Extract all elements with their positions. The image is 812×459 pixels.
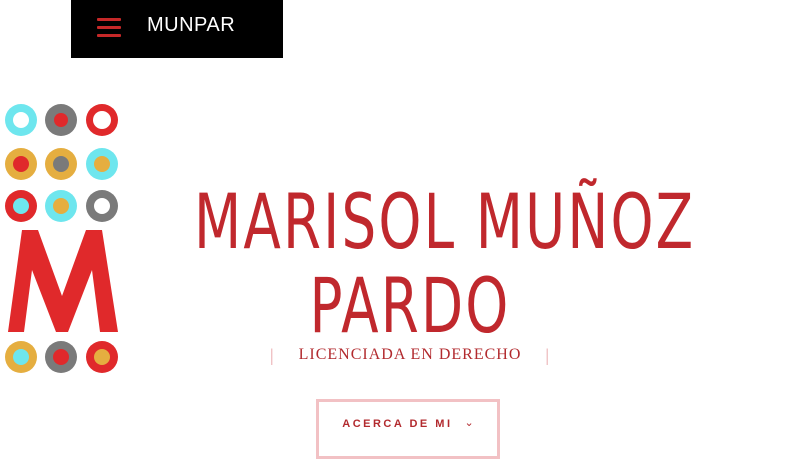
hamburger-menu-icon[interactable]	[97, 17, 121, 37]
page-title: MARISOL MUÑOZ PARDO	[193, 177, 696, 350]
munpar-logo	[5, 104, 118, 373]
about-me-label: ACERCA DE MI	[342, 418, 453, 430]
site-brand[interactable]: MUNPAR	[147, 14, 235, 37]
chevron-down-icon: ⌄	[464, 417, 474, 429]
subtitle: | LICENCIADA EN DERECHO |	[270, 344, 550, 366]
title-line-1: MARISOL MUÑOZ	[193, 177, 696, 266]
subtitle-text: LICENCIADA EN DERECHO	[298, 346, 522, 363]
divider: |	[270, 344, 275, 365]
title-line-2: PARDO	[309, 261, 511, 350]
divider: |	[545, 344, 550, 365]
top-bar: MUNPAR	[71, 0, 283, 58]
about-me-button[interactable]: ACERCA DE MI ⌄	[316, 399, 500, 459]
